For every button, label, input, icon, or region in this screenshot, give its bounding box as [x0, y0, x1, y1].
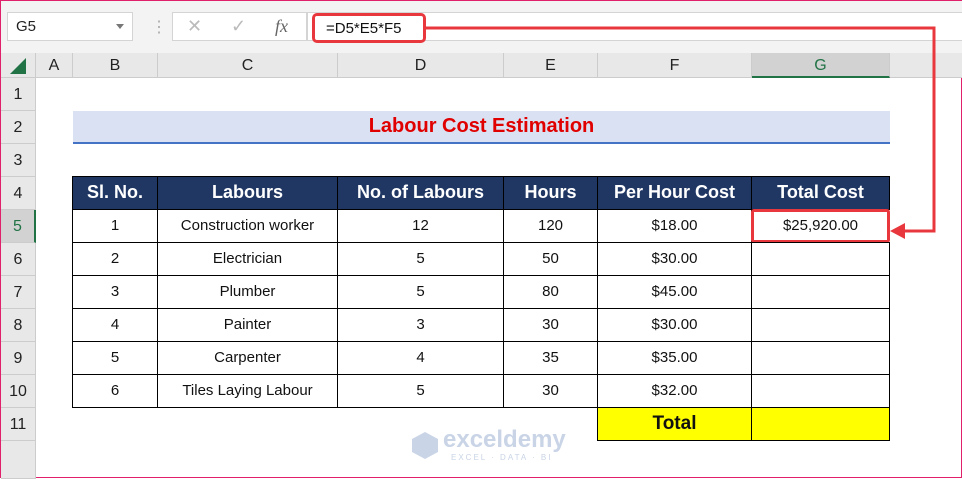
arrowhead-icon: [890, 223, 905, 239]
annotation-arrow: [426, 26, 936, 239]
